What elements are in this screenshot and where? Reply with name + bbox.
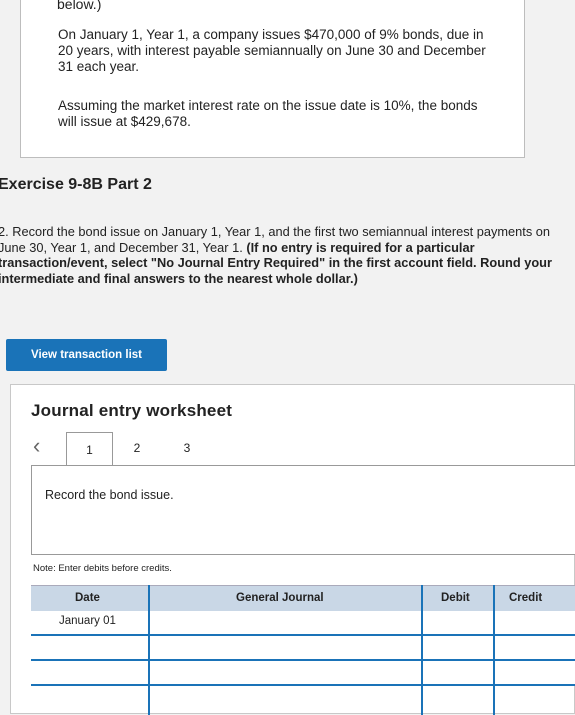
column-header-general-journal: General Journal [236, 592, 324, 604]
row-date: January 01 [59, 615, 116, 627]
journal-entry-worksheet: Journal entry worksheet ‹ 1 2 3 Record t… [10, 384, 575, 715]
column-divider-credit [493, 585, 495, 715]
column-header-date: Date [75, 592, 100, 604]
column-divider-debit [421, 585, 423, 715]
problem-paragraph-1: On January 1, Year 1, a company issues $… [58, 27, 486, 74]
entry-prompt-panel: Record the bond issue. [31, 465, 575, 555]
problem-paragraph-2: Assuming the market interest rate on the… [58, 98, 478, 129]
tab-2[interactable]: 2 [127, 433, 147, 463]
exercise-instructions: 2. Record the bond issue on January 1, Y… [0, 224, 558, 286]
problem-heading-cut: below.) [57, 0, 102, 12]
tab-1[interactable]: 1 [66, 432, 113, 466]
chevron-left-icon[interactable]: ‹ [33, 435, 49, 457]
tab-3[interactable]: 3 [177, 433, 197, 463]
column-header-credit: Credit [509, 592, 543, 604]
worksheet-title: Journal entry worksheet [31, 401, 233, 420]
column-header-debit: Debit [441, 592, 470, 604]
view-transaction-list-button[interactable]: View transaction list [6, 339, 167, 371]
entry-prompt: Record the bond issue. [45, 488, 174, 502]
problem-box: below.) On January 1, Year 1, a company … [20, 0, 525, 158]
note-text: Note: Enter debits before credits. [33, 563, 172, 574]
exercise-title: Exercise 9-8B Part 2 [0, 176, 152, 193]
column-divider-journal [148, 585, 150, 715]
